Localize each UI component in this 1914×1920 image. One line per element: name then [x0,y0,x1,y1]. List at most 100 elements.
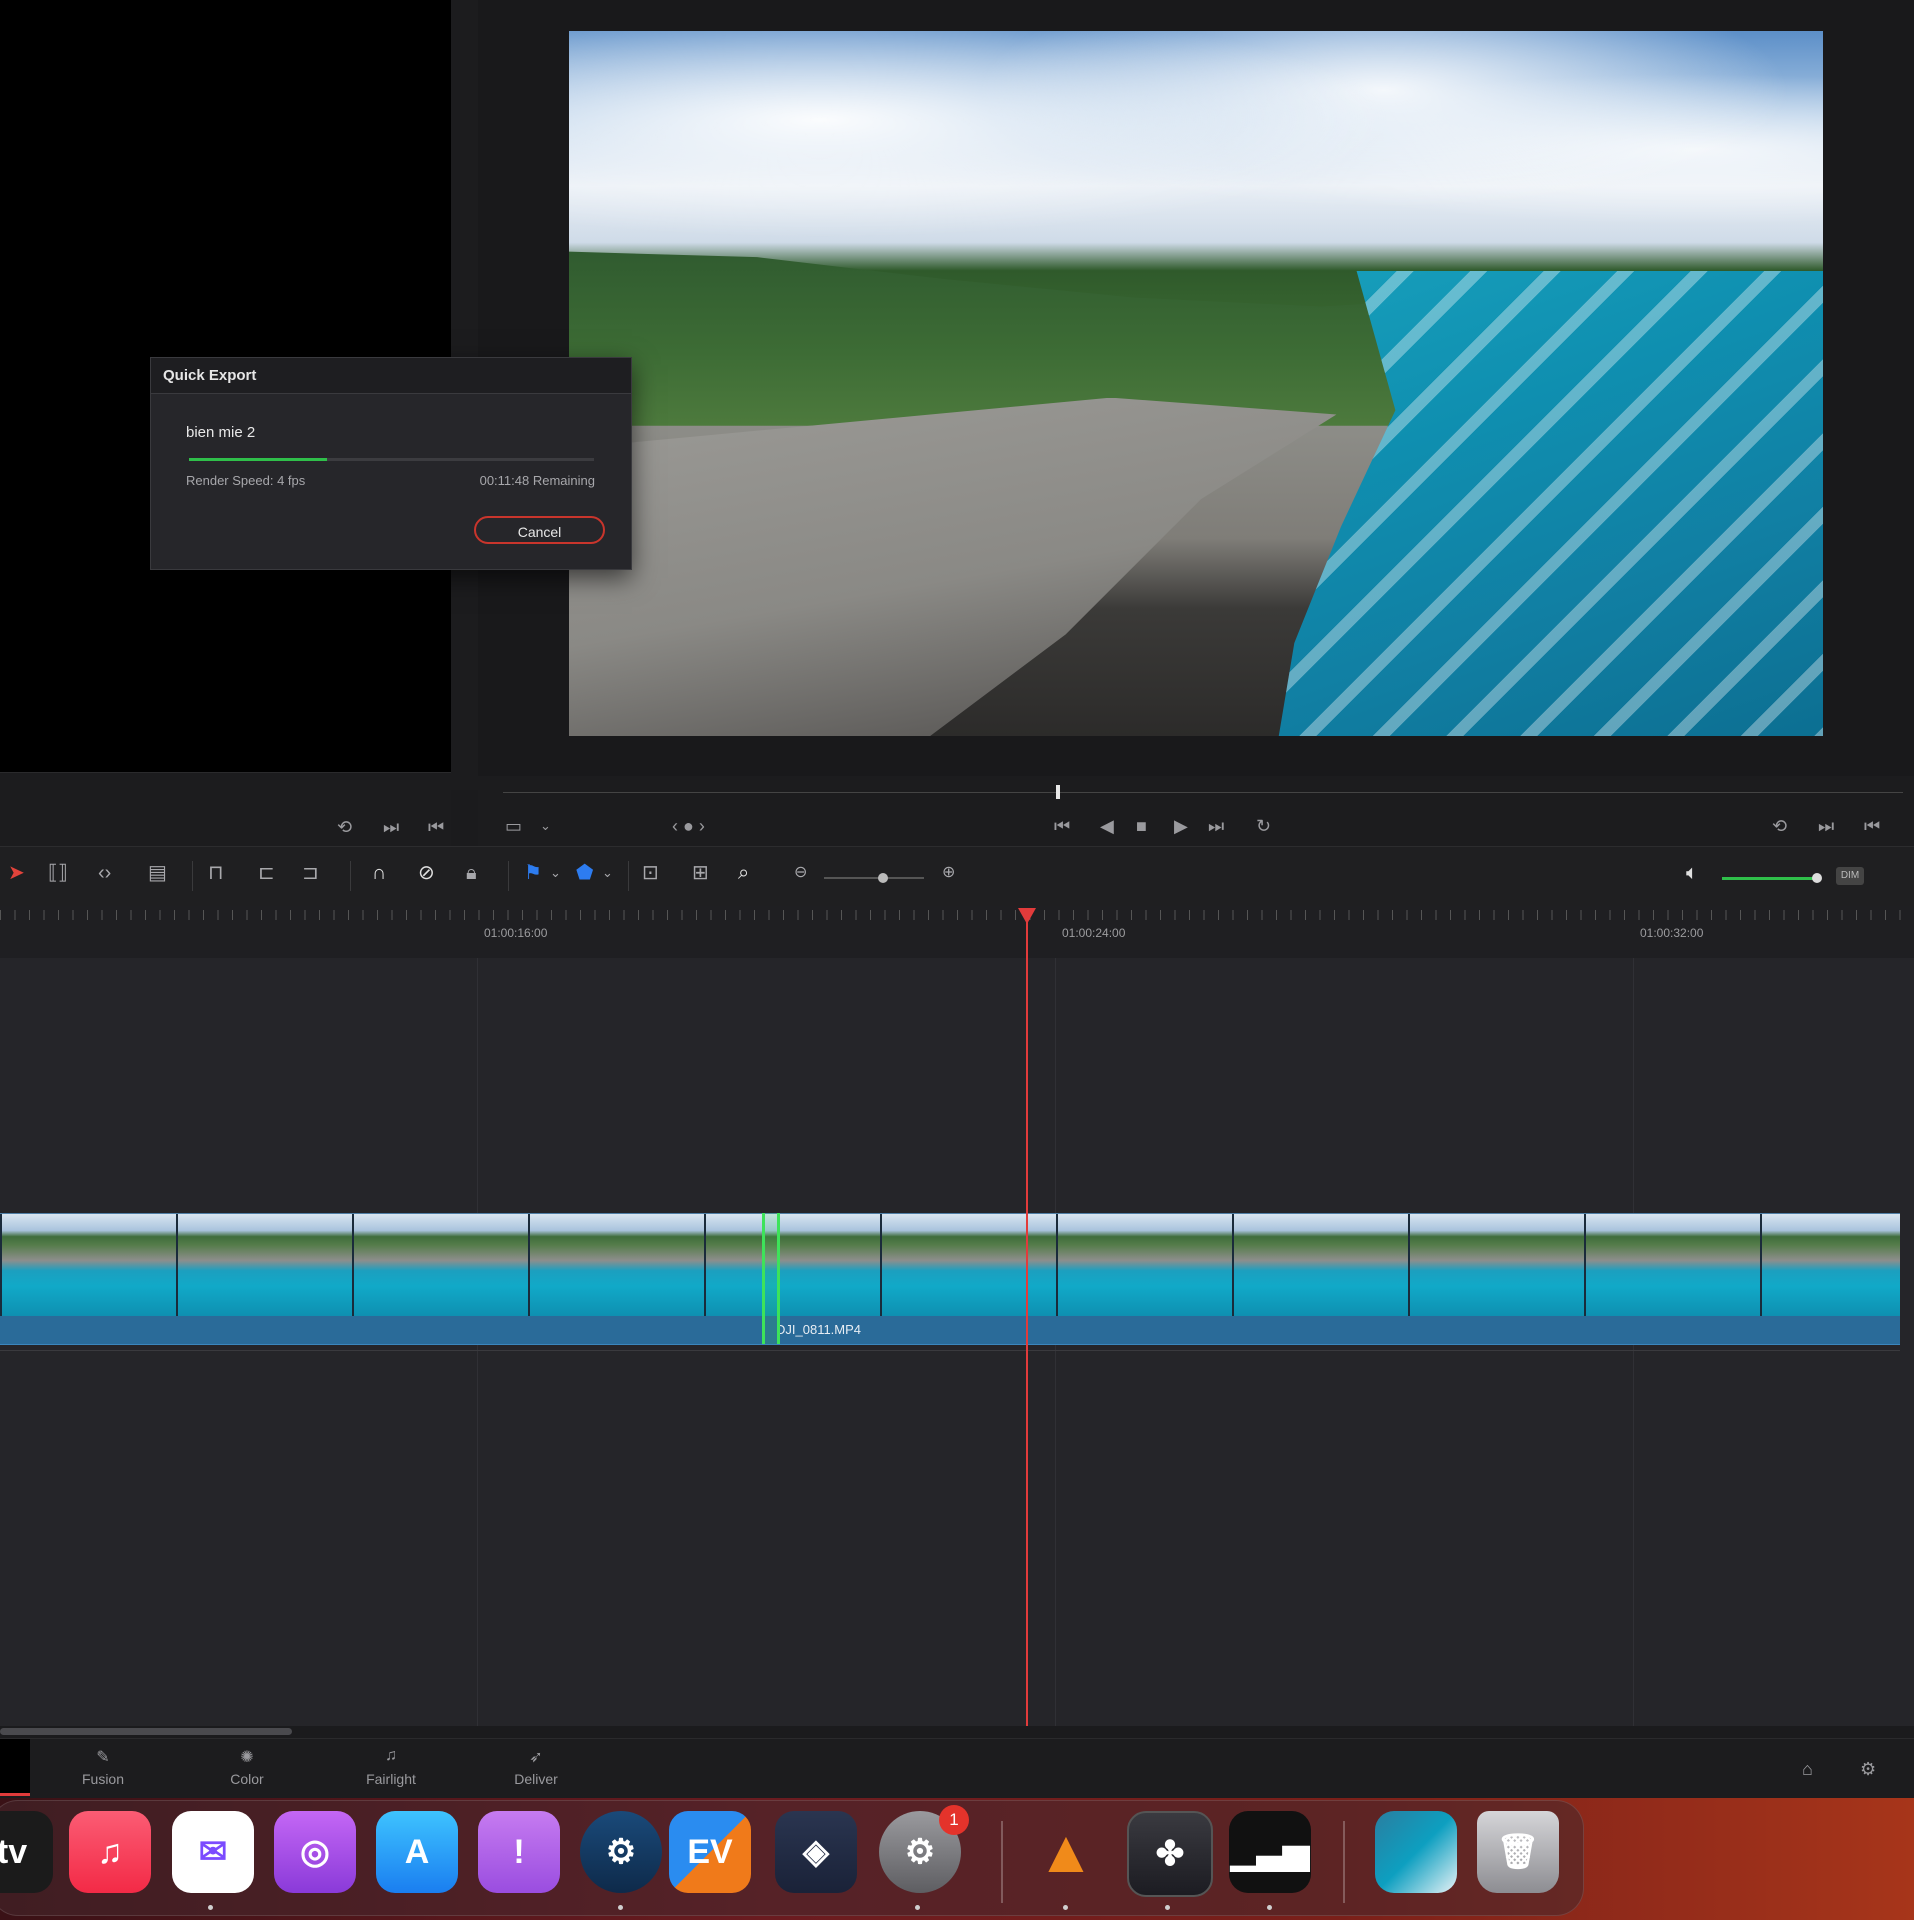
play-reverse-icon[interactable]: ◀ [1100,816,1114,836]
trash-icon: 🗑︎ [1496,1833,1540,1871]
running-indicator [208,1905,213,1910]
playhead-handle[interactable] [1018,908,1036,924]
gear-icon: ⚙ [904,1833,936,1871]
davinci-resolve-app[interactable]: ✤ [1127,1811,1213,1897]
color-icon: ✺ [240,1749,254,1766]
dim-button[interactable]: DIM [1836,867,1864,885]
track-divider [0,1350,1900,1351]
export-progress-bar [189,458,594,461]
edit-page-tab[interactable] [0,1739,30,1796]
zoom-slider[interactable] [824,877,924,879]
timeline-scrollbar[interactable] [0,1728,292,1735]
tab-label: Deliver [514,1771,558,1787]
tab-color[interactable]: ✺ Color [187,1739,307,1799]
activity-app[interactable]: ▁▃▅ [1229,1811,1311,1893]
viewer-playhead[interactable] [1056,785,1060,799]
jog-icon[interactable]: ‹ ● › [672,816,705,836]
clip-label-bar[interactable] [0,1316,1900,1345]
mark-in-icon[interactable]: ⏮ [428,817,444,837]
linked-selection-icon[interactable]: ⊘ [418,861,435,885]
loop-icon[interactable]: ⟲ [337,817,352,837]
zoom-detail-icon[interactable]: ⊞ [692,861,709,885]
podcasts-app[interactable]: ◎ [274,1811,356,1893]
running-indicator [1063,1905,1068,1910]
home-icon[interactable]: ⌂ [1802,1759,1813,1779]
cancel-button[interactable]: Cancel [474,516,605,544]
play-icon[interactable]: ▶ [1174,816,1188,836]
app-store-icon: A [404,1833,430,1871]
replace-clip-icon[interactable]: ⊐ [302,861,319,885]
loop-playback-icon[interactable]: ↻ [1256,816,1271,836]
gear-icon[interactable]: ⚙ [1860,1759,1876,1779]
tab-label: Fusion [81,1771,125,1787]
feedback-icon: ! [513,1833,525,1871]
selection-tool-icon[interactable]: ➤ [8,861,25,885]
preview-frame [569,31,1823,736]
layers-app[interactable]: ◈ [775,1811,857,1893]
dialog-title: Quick Export [151,358,631,394]
snapping-icon[interactable]: ∩ [372,861,386,885]
steam-icon: ⚙ [605,1833,637,1871]
messenger-app[interactable]: ✉ [172,1811,254,1893]
flag-icon[interactable]: ⚑ [524,861,542,885]
edit-toolbar: ➤ ⟦⟧ ‹› ▤ ⊓ ⊏ ⊐ ∩ ⊘ 🔒︎ ⚑ ⌄ ⬟ ⌄ ⊡ ⊞ ⌕ ⊖ ⊕… [0,846,1914,908]
music-note-icon: ♫ [385,1747,397,1764]
steam-app[interactable]: ⚙ [580,1811,662,1893]
position-lock-icon[interactable]: 🔒︎ [466,861,477,885]
mark-out-icon[interactable]: ⏭ [1818,816,1834,836]
quick-export-dialog: Quick Export bien mie 2 Render Speed: 4 … [150,357,632,570]
zoom-slider-handle[interactable] [878,873,888,883]
messenger-icon: ✉ [198,1833,228,1871]
app-store-app[interactable]: A [376,1811,458,1893]
feedback-app[interactable]: ! [478,1811,560,1893]
dynamic-trim-icon[interactable]: ‹› [98,861,111,885]
go-to-start-icon[interactable]: ⏮ [1054,816,1070,836]
apple-tv-app[interactable]: tv [0,1811,53,1893]
video-clip[interactable] [0,1213,1900,1317]
insert-clip-icon[interactable]: ⊓ [208,861,224,885]
music-app[interactable]: ♫ [69,1811,151,1893]
volume-slider[interactable] [1722,877,1818,880]
trim-tool-icon[interactable]: ⟦⟧ [48,861,68,885]
vlc-app[interactable]: ▲ [1025,1811,1107,1893]
timeline-ruler[interactable]: 01:00:16:00 01:00:24:00 01:00:32:00 [0,906,1914,959]
marker-icon[interactable]: ⬟ [576,861,593,885]
zoom-out-icon[interactable]: ⊖ [794,861,807,885]
viewer-mode-icon[interactable]: ▭ [505,816,522,836]
loop-icon[interactable]: ⟲ [1772,816,1787,836]
chevron-down-icon[interactable]: ⌄ [540,816,551,836]
blade-tool-icon[interactable]: ▤ [148,861,167,885]
render-speed: Render Speed: 4 fps [186,473,306,488]
tab-fairlight[interactable]: ♫ Fairlight [331,1739,451,1799]
dock: tv ♫ ✉ ◎ A ! ⚙ EV ◈ ⚙ 1 ▲ ✤ ▁▃▅ 🗑︎ [0,1800,1584,1916]
edit-point[interactable] [762,1213,780,1344]
source-transport: ⟲ ⏭ ⏮ [0,772,451,847]
chevron-down-icon[interactable]: ⌄ [602,861,613,885]
overwrite-clip-icon[interactable]: ⊏ [258,861,275,885]
ev-app[interactable]: EV [669,1811,751,1893]
go-to-end-icon[interactable]: ⏭ [1208,816,1224,836]
layers-icon: ◈ [802,1833,830,1871]
tab-deliver[interactable]: ➶ Deliver [476,1739,596,1799]
export-progress-fill [189,458,327,461]
chevron-down-icon[interactable]: ⌄ [550,861,561,885]
playhead[interactable] [1026,910,1028,1726]
zoom-full-icon[interactable]: ⊡ [642,861,659,885]
bar-chart-icon: ▁▃▅ [1230,1833,1310,1871]
trash[interactable]: 🗑︎ [1477,1811,1559,1893]
stop-icon[interactable]: ■ [1136,816,1147,836]
volume-slider-handle[interactable] [1812,873,1822,883]
scrub-bar[interactable] [503,792,1903,793]
zoom-in-icon[interactable]: ⊕ [942,861,955,885]
running-indicator [915,1905,920,1910]
volume-icon[interactable]: 🔈︎ [1686,861,1698,885]
running-indicator [1267,1905,1272,1910]
mark-out-icon[interactable]: ⏭ [383,817,399,837]
timecode-label: 01:00:24:00 [1062,926,1126,940]
notification-badge: 1 [939,1805,969,1835]
zoom-custom-icon[interactable]: ⌕ [738,861,749,885]
tab-label: Fairlight [366,1771,416,1787]
tab-fusion[interactable]: ✎ Fusion [43,1739,163,1799]
downloads-stack[interactable] [1375,1811,1457,1893]
mark-in-icon[interactable]: ⏮ [1864,816,1880,836]
